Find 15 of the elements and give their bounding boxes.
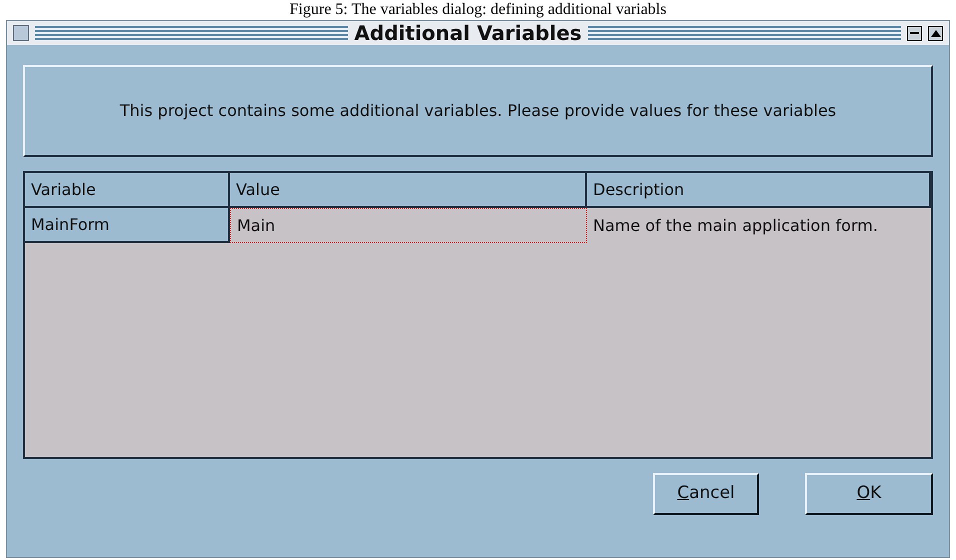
column-header[interactable]: Value xyxy=(230,173,587,208)
table-cell[interactable]: Name of the main application form. xyxy=(587,208,931,243)
dialog-button[interactable]: Cancel xyxy=(653,473,759,515)
column-header[interactable]: Variable xyxy=(25,173,230,208)
table-cell[interactable]: Main xyxy=(230,208,587,243)
message-text: This project contains some additional variables. Please provide values for these variables xyxy=(120,100,836,122)
dialog-button[interactable]: OK xyxy=(805,473,933,515)
row-header[interactable]: MainForm xyxy=(25,208,230,243)
column-header[interactable]: Description xyxy=(587,173,931,208)
triangle-icon xyxy=(930,30,941,36)
window-title: Additional Variables xyxy=(354,20,582,47)
maximize-button[interactable] xyxy=(928,26,944,40)
figure-caption: Figure 5: The variables dialog: defining additional variabls xyxy=(290,0,666,20)
minimize-button[interactable] xyxy=(907,26,922,40)
window-menu-button[interactable] xyxy=(13,25,29,41)
